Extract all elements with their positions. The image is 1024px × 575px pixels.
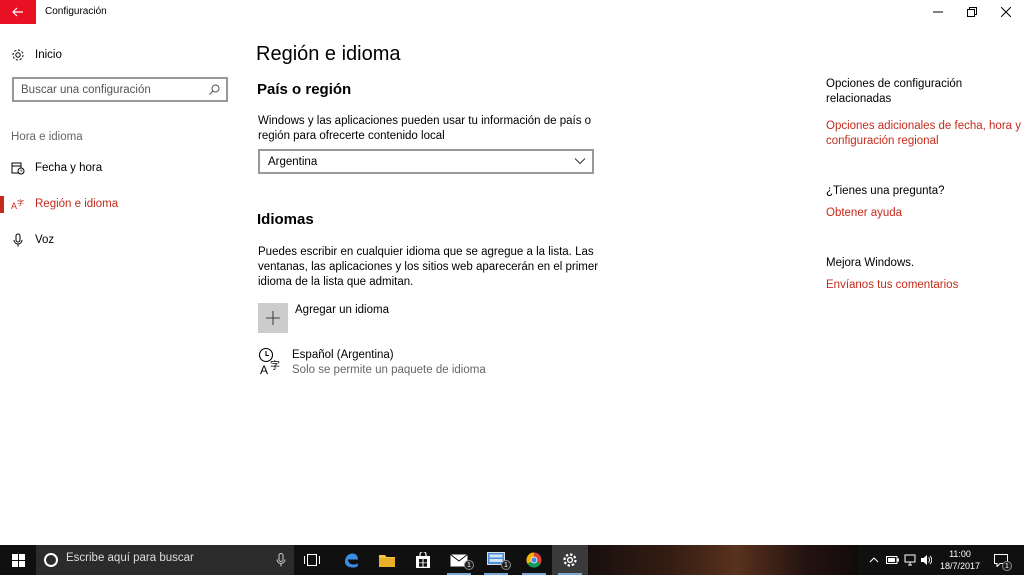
task-view-icon — [304, 554, 320, 566]
link-send-feedback[interactable]: Envíanos tus comentarios — [826, 278, 1021, 293]
close-button[interactable] — [989, 0, 1023, 24]
show-hidden-icons-button[interactable] — [866, 545, 882, 575]
gear-icon — [563, 553, 577, 567]
notification-badge: 1 — [1002, 561, 1012, 571]
title-bar: Configuración — [0, 0, 1024, 24]
search-icon[interactable] — [209, 84, 220, 95]
file-explorer-button[interactable] — [369, 545, 405, 575]
store-icon — [416, 552, 430, 568]
settings-search-box[interactable] — [12, 77, 228, 102]
window-title: Configuración — [45, 6, 107, 17]
sidebar-item-label: Región e idioma — [35, 198, 119, 210]
taskbar-search-input[interactable] — [66, 552, 266, 564]
taskbar: 1 1 — [0, 545, 1024, 575]
settings-search-input[interactable] — [21, 83, 206, 96]
chevron-up-icon — [869, 557, 879, 563]
add-language-button[interactable] — [258, 303, 288, 333]
microphone-icon — [11, 233, 25, 247]
sidebar-item-label: Inicio — [35, 49, 62, 61]
plus-icon — [266, 311, 280, 325]
microphone-icon[interactable] — [276, 553, 286, 567]
link-additional-datetime[interactable]: Opciones adicionales de fecha, hora y co… — [826, 119, 1021, 149]
close-icon — [1001, 7, 1011, 17]
language-subtitle: Solo se permite un paquete de idioma — [292, 364, 486, 376]
section-title-languages: Idiomas — [257, 211, 314, 228]
question-heading: ¿Tienes una pregunta? — [826, 185, 945, 197]
taskbar-search-box[interactable] — [36, 545, 294, 575]
region-description: Windows y las aplicaciones pueden usar t… — [258, 115, 592, 142]
country-dropdown[interactable]: Argentina — [258, 149, 594, 174]
page-title: Región e idioma — [256, 43, 401, 65]
mail-button[interactable]: 1 — [441, 545, 477, 575]
country-dropdown-value: Argentina — [268, 155, 318, 168]
main-content: Región e idioma País o región Windows y … — [240, 24, 810, 545]
folder-icon — [379, 555, 395, 567]
languages-description: Puedes escribir en cualquier idioma que … — [258, 246, 599, 288]
chrome-button[interactable] — [516, 545, 552, 575]
action-center-button[interactable]: 1 — [992, 545, 1012, 575]
sidebar-item-label: Fecha y hora — [35, 162, 103, 174]
clock-time: 11:00 — [949, 549, 971, 559]
battery-tray-button[interactable] — [884, 545, 900, 575]
sidebar-item-label: Voz — [35, 234, 55, 246]
settings-taskbar-button[interactable] — [552, 545, 588, 575]
chrome-icon — [526, 552, 542, 568]
minimize-icon — [933, 11, 943, 13]
language-pack-icon: A 字 — [258, 347, 286, 377]
restore-button[interactable] — [955, 0, 989, 24]
app2-badge: 1 — [501, 560, 511, 570]
minimize-button[interactable] — [921, 0, 955, 24]
svg-text:字: 字 — [17, 198, 24, 207]
back-button[interactable] — [0, 0, 36, 24]
edge-icon — [345, 553, 358, 568]
svg-text:A: A — [260, 363, 268, 377]
battery-icon — [885, 556, 899, 564]
sidebar-item-home[interactable]: Inicio — [0, 44, 240, 66]
section-title-region: País o región — [257, 81, 352, 98]
network-tray-button[interactable] — [902, 545, 918, 575]
improve-heading: Mejora Windows. — [826, 257, 915, 269]
store-button[interactable] — [405, 545, 441, 575]
task-view-button[interactable] — [294, 545, 330, 575]
gear-icon — [11, 48, 25, 62]
calendar-clock-icon — [11, 161, 25, 175]
sidebar: Inicio Hora e idioma Fecha y hora — [0, 24, 240, 545]
taskbar-app-2-button[interactable]: 1 — [478, 545, 514, 575]
cortana-icon — [44, 553, 58, 567]
taskbar-background-art — [588, 545, 858, 575]
link-get-help[interactable]: Obtener ayuda — [826, 206, 1021, 221]
language-icon: A 字 — [11, 197, 25, 211]
mail-badge: 1 — [464, 560, 474, 570]
add-language-label[interactable]: Agregar un idioma — [295, 304, 389, 316]
sidebar-item-region-e-idioma[interactable]: A 字 Región e idioma — [0, 189, 240, 219]
chevron-down-icon — [574, 158, 586, 165]
edge-button[interactable] — [333, 545, 369, 575]
taskbar-clock[interactable]: 11:00 18/7/2017 — [930, 548, 990, 572]
sidebar-item-fecha-y-hora[interactable]: Fecha y hora — [0, 153, 240, 183]
back-arrow-icon — [12, 7, 23, 17]
windows-logo-icon — [11, 553, 25, 567]
active-indicator — [0, 196, 4, 213]
sidebar-item-voz[interactable]: Voz — [0, 225, 240, 255]
network-icon — [904, 554, 916, 566]
sidebar-group-label: Hora e idioma — [11, 131, 83, 143]
related-heading: Opciones de configuración relacionadas — [826, 78, 963, 105]
restore-icon — [967, 7, 977, 17]
settings-window: Configuración Inicio Buscar una configur… — [0, 0, 1024, 545]
start-button[interactable] — [0, 545, 36, 575]
language-name[interactable]: Español (Argentina) — [292, 349, 394, 361]
clock-date: 18/7/2017 — [939, 561, 981, 571]
svg-text:字: 字 — [270, 359, 280, 372]
